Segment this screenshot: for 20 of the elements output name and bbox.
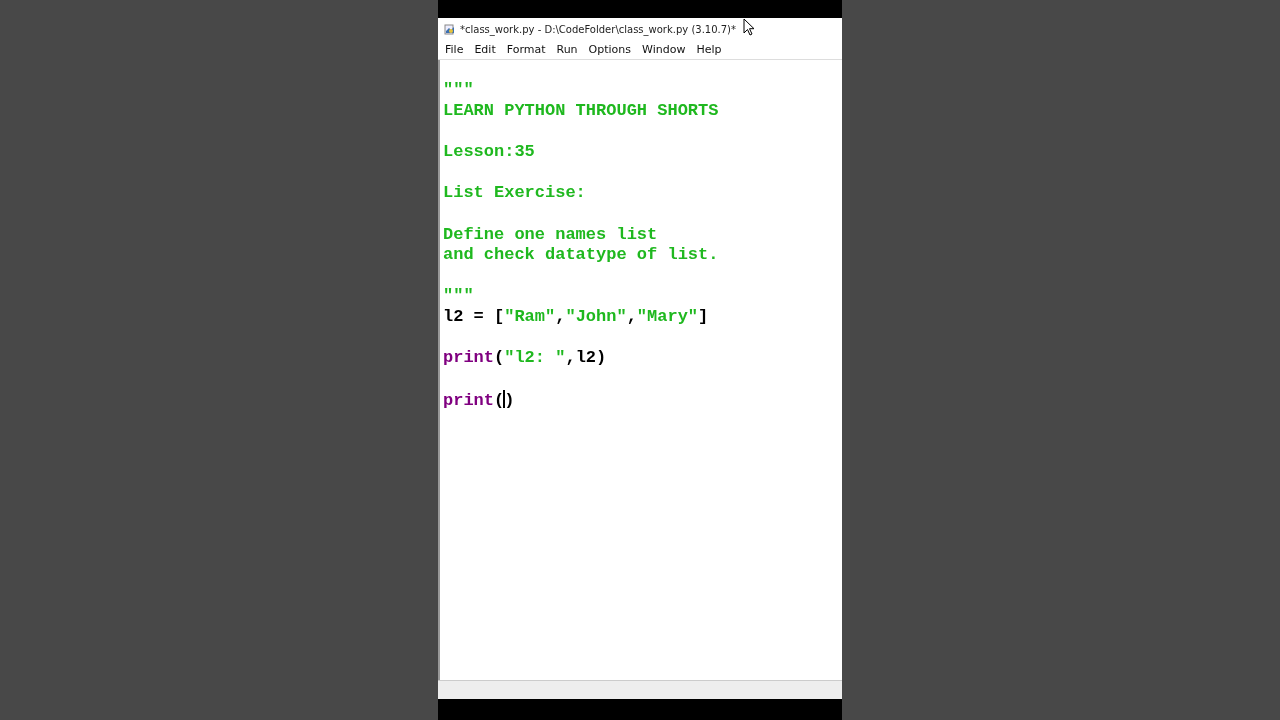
menu-item[interactable]: Help <box>691 43 728 56</box>
code-line: """ <box>443 285 474 308</box>
menu-item[interactable]: Options <box>583 43 638 56</box>
menu-item[interactable]: Format <box>501 43 552 56</box>
window-title: *class_work.py - D:\CodeFolder\class_work.py (3.10.7)* <box>460 23 736 35</box>
code-line: l2 = ["Ram","John","Mary"] <box>443 307 709 328</box>
code-line: LEARN PYTHON THROUGH SHORTS <box>443 100 719 122</box>
menu-item[interactable]: Run <box>551 43 584 56</box>
code-line: Lesson:35 <box>443 140 535 163</box>
menu-item[interactable]: Window <box>637 43 692 56</box>
menu-item[interactable]: Edit <box>469 43 502 56</box>
code-line: List Exercise: <box>443 182 586 204</box>
code-line: print() <box>443 388 515 411</box>
code-line: and check datatype of list. <box>443 245 719 266</box>
code-line: """ <box>443 80 474 101</box>
code-line: Define one names list <box>443 223 658 246</box>
code-line: print("l2: ",l2) <box>443 347 607 370</box>
python-file-icon <box>444 23 455 35</box>
menu-item[interactable]: File <box>440 43 470 56</box>
text-cursor <box>503 389 506 408</box>
